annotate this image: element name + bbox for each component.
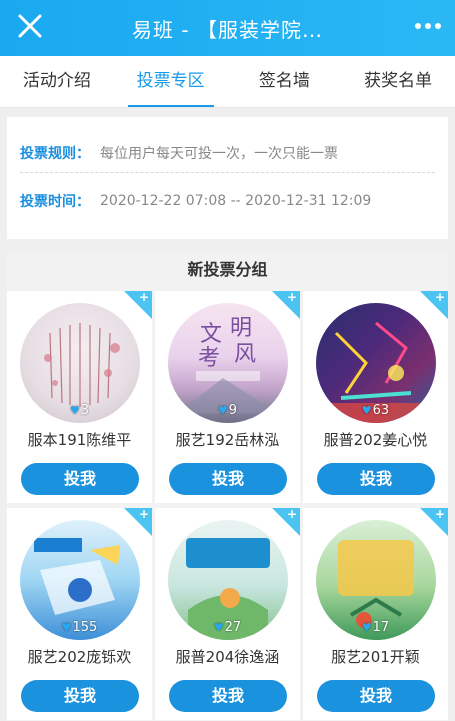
candidate-name: 服本191陈维平 — [27, 431, 132, 449]
vote-button[interactable]: 投我 — [169, 680, 287, 712]
vote-rule-label: 投票规则： — [20, 145, 90, 162]
group-title: 新投票分组 — [187, 260, 268, 279]
candidate-card[interactable]: + ♥27 服普204徐逸涵 投我 — [155, 508, 300, 720]
vote-button[interactable]: 投我 — [169, 463, 287, 495]
heart-icon: ♥ — [213, 621, 224, 634]
more-dots-icon[interactable] — [413, 14, 443, 38]
vote-info-panel: 投票规则： 每位用户每天可投一次，一次只能一票 投票时间： 2020-12-22… — [7, 117, 448, 239]
tab-winners-list[interactable]: 获奖名单 — [341, 56, 455, 107]
svg-text:文: 文 — [200, 322, 222, 347]
page-title: 易班 - 【服装学院… — [132, 18, 323, 42]
heart-icon: ♥ — [61, 621, 72, 634]
candidate-name: 服普202姜心悦 — [323, 431, 428, 449]
vote-count: ♥3 — [69, 403, 90, 418]
heart-icon: ♥ — [361, 404, 372, 417]
plus-icon: + — [434, 291, 445, 304]
plus-icon: + — [138, 508, 149, 521]
plus-icon: + — [286, 291, 297, 304]
heart-icon: ♥ — [69, 404, 80, 417]
heart-icon: ♥ — [217, 404, 228, 417]
vote-count: ♥9 — [217, 403, 238, 418]
tab-voting-area[interactable]: 投票专区 — [114, 56, 228, 107]
candidate-card[interactable]: + ♥3 服本191陈维平 投我 — [7, 291, 152, 503]
vote-count: ♥17 — [361, 620, 390, 635]
vote-group: 新投票分组 + ♥3 服本191陈维平 投我 文明 考 风 + ♥9 服艺192… — [7, 251, 448, 721]
plus-icon: + — [286, 508, 297, 521]
candidate-card[interactable]: 文明 考风 + ♥9 服艺192岳林泓 投我 — [155, 291, 300, 503]
vote-button[interactable]: 投我 — [317, 680, 435, 712]
vote-count: ♥27 — [213, 620, 242, 635]
plus-icon: + — [138, 291, 149, 304]
vote-button[interactable]: 投我 — [317, 463, 435, 495]
candidate-card[interactable]: + ♥17 服艺201开颖 投我 — [303, 508, 448, 720]
vote-rule-text: 每位用户每天可投一次，一次只能一票 — [100, 145, 338, 162]
vote-button[interactable]: 投我 — [21, 680, 139, 712]
vote-rule-row: 投票规则： 每位用户每天可投一次，一次只能一票 — [20, 133, 435, 173]
vote-time-row: 投票时间： 2020-12-22 07:08 -- 2020-12-31 12:… — [20, 181, 435, 221]
vote-button[interactable]: 投我 — [21, 463, 139, 495]
svg-text:风: 风 — [234, 342, 256, 367]
tab-activity-intro[interactable]: 活动介绍 — [0, 56, 114, 107]
candidate-name: 服艺202庞铄欢 — [27, 648, 132, 666]
vote-count: ♥63 — [361, 403, 390, 418]
candidate-card[interactable]: + ♥63 服普202姜心悦 投我 — [303, 291, 448, 503]
heart-icon: ♥ — [361, 621, 372, 634]
tab-bar: 活动介绍 投票专区 签名墙 获奖名单 — [0, 56, 455, 108]
svg-text:明: 明 — [230, 316, 252, 341]
vote-count: ♥155 — [61, 620, 98, 635]
tab-signature-wall[interactable]: 签名墙 — [228, 56, 342, 107]
svg-text:考: 考 — [198, 346, 220, 371]
candidate-card[interactable]: + ♥155 服艺202庞铄欢 投我 — [7, 508, 152, 720]
candidate-name: 服艺201开颖 — [331, 648, 420, 666]
plus-icon: + — [434, 508, 445, 521]
vote-time-text: 2020-12-22 07:08 -- 2020-12-31 12:09 — [100, 193, 372, 209]
close-icon[interactable] — [14, 10, 46, 42]
top-bar: 易班 - 【服装学院… — [0, 0, 455, 56]
candidate-name: 服普204徐逸涵 — [175, 648, 280, 666]
vote-time-label: 投票时间： — [20, 194, 90, 210]
candidate-name: 服艺192岳林泓 — [175, 431, 280, 449]
